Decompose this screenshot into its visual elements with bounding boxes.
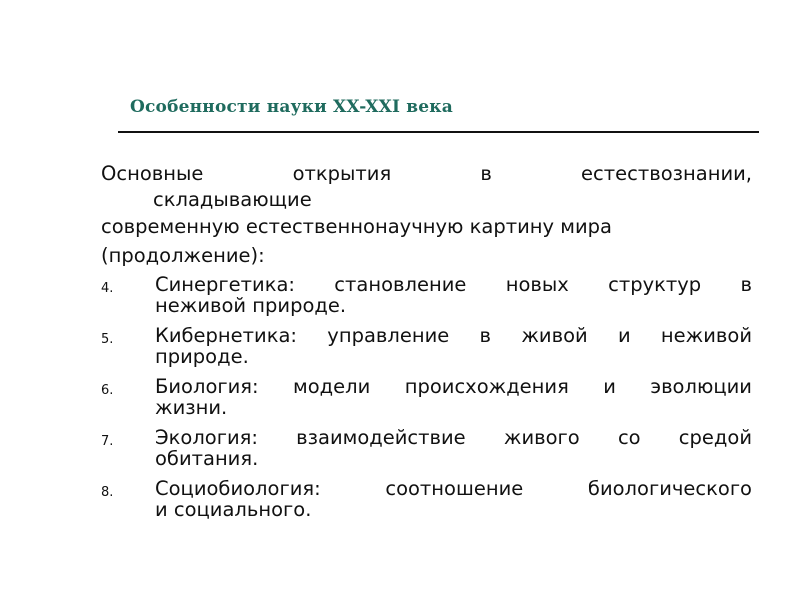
list-item-text: Социобиология: соотношение биологическог… [155, 477, 752, 500]
list-item-text-cont: неживой природе. [155, 294, 347, 317]
intro-line-2: современную естественнонаучную картину м… [101, 215, 612, 238]
slide-content: Основные открытия в естествознании, скла… [101, 163, 752, 529]
list-number: 7. [101, 434, 114, 449]
intro-line-1-wrap: складывающие [153, 188, 312, 211]
list-item: 8. Социобиология: соотношение биологичес… [101, 478, 752, 520]
list-number: 4. [101, 281, 114, 296]
list-item-text: Биология: модели происхождения и эволюци… [155, 375, 752, 398]
list-number: 5. [101, 332, 114, 347]
list-item: 5. Кибернетика: управление в живой и неж… [101, 325, 752, 367]
title-divider [118, 131, 759, 133]
list-item-text-cont: и социального. [155, 498, 312, 521]
list-number: 6. [101, 383, 114, 398]
intro-line-3: (продолжение): [101, 244, 265, 267]
list-item-text: Кибернетика: управление в живой и неживо… [155, 324, 752, 347]
list-item-text: Синергетика: становление новых структур … [155, 273, 752, 296]
list-item: 7. Экология: взаимодействие живого со ср… [101, 427, 752, 469]
discoveries-list: 4. Синергетика: становление новых структ… [101, 274, 752, 520]
list-item-text-cont: обитания. [155, 447, 259, 470]
list-item-text-cont: природе. [155, 345, 249, 368]
list-item: 6. Биология: модели происхождения и эвол… [101, 376, 752, 418]
list-item: 4. Синергетика: становление новых структ… [101, 274, 752, 316]
list-item-text: Экология: взаимодействие живого со средо… [155, 426, 752, 449]
slide-title: Особенности науки XX-XXI века [130, 97, 453, 117]
list-number: 8. [101, 485, 114, 500]
list-item-text-cont: жизни. [155, 396, 228, 419]
intro-line-1: Основные открытия в естествознании, [101, 162, 752, 185]
